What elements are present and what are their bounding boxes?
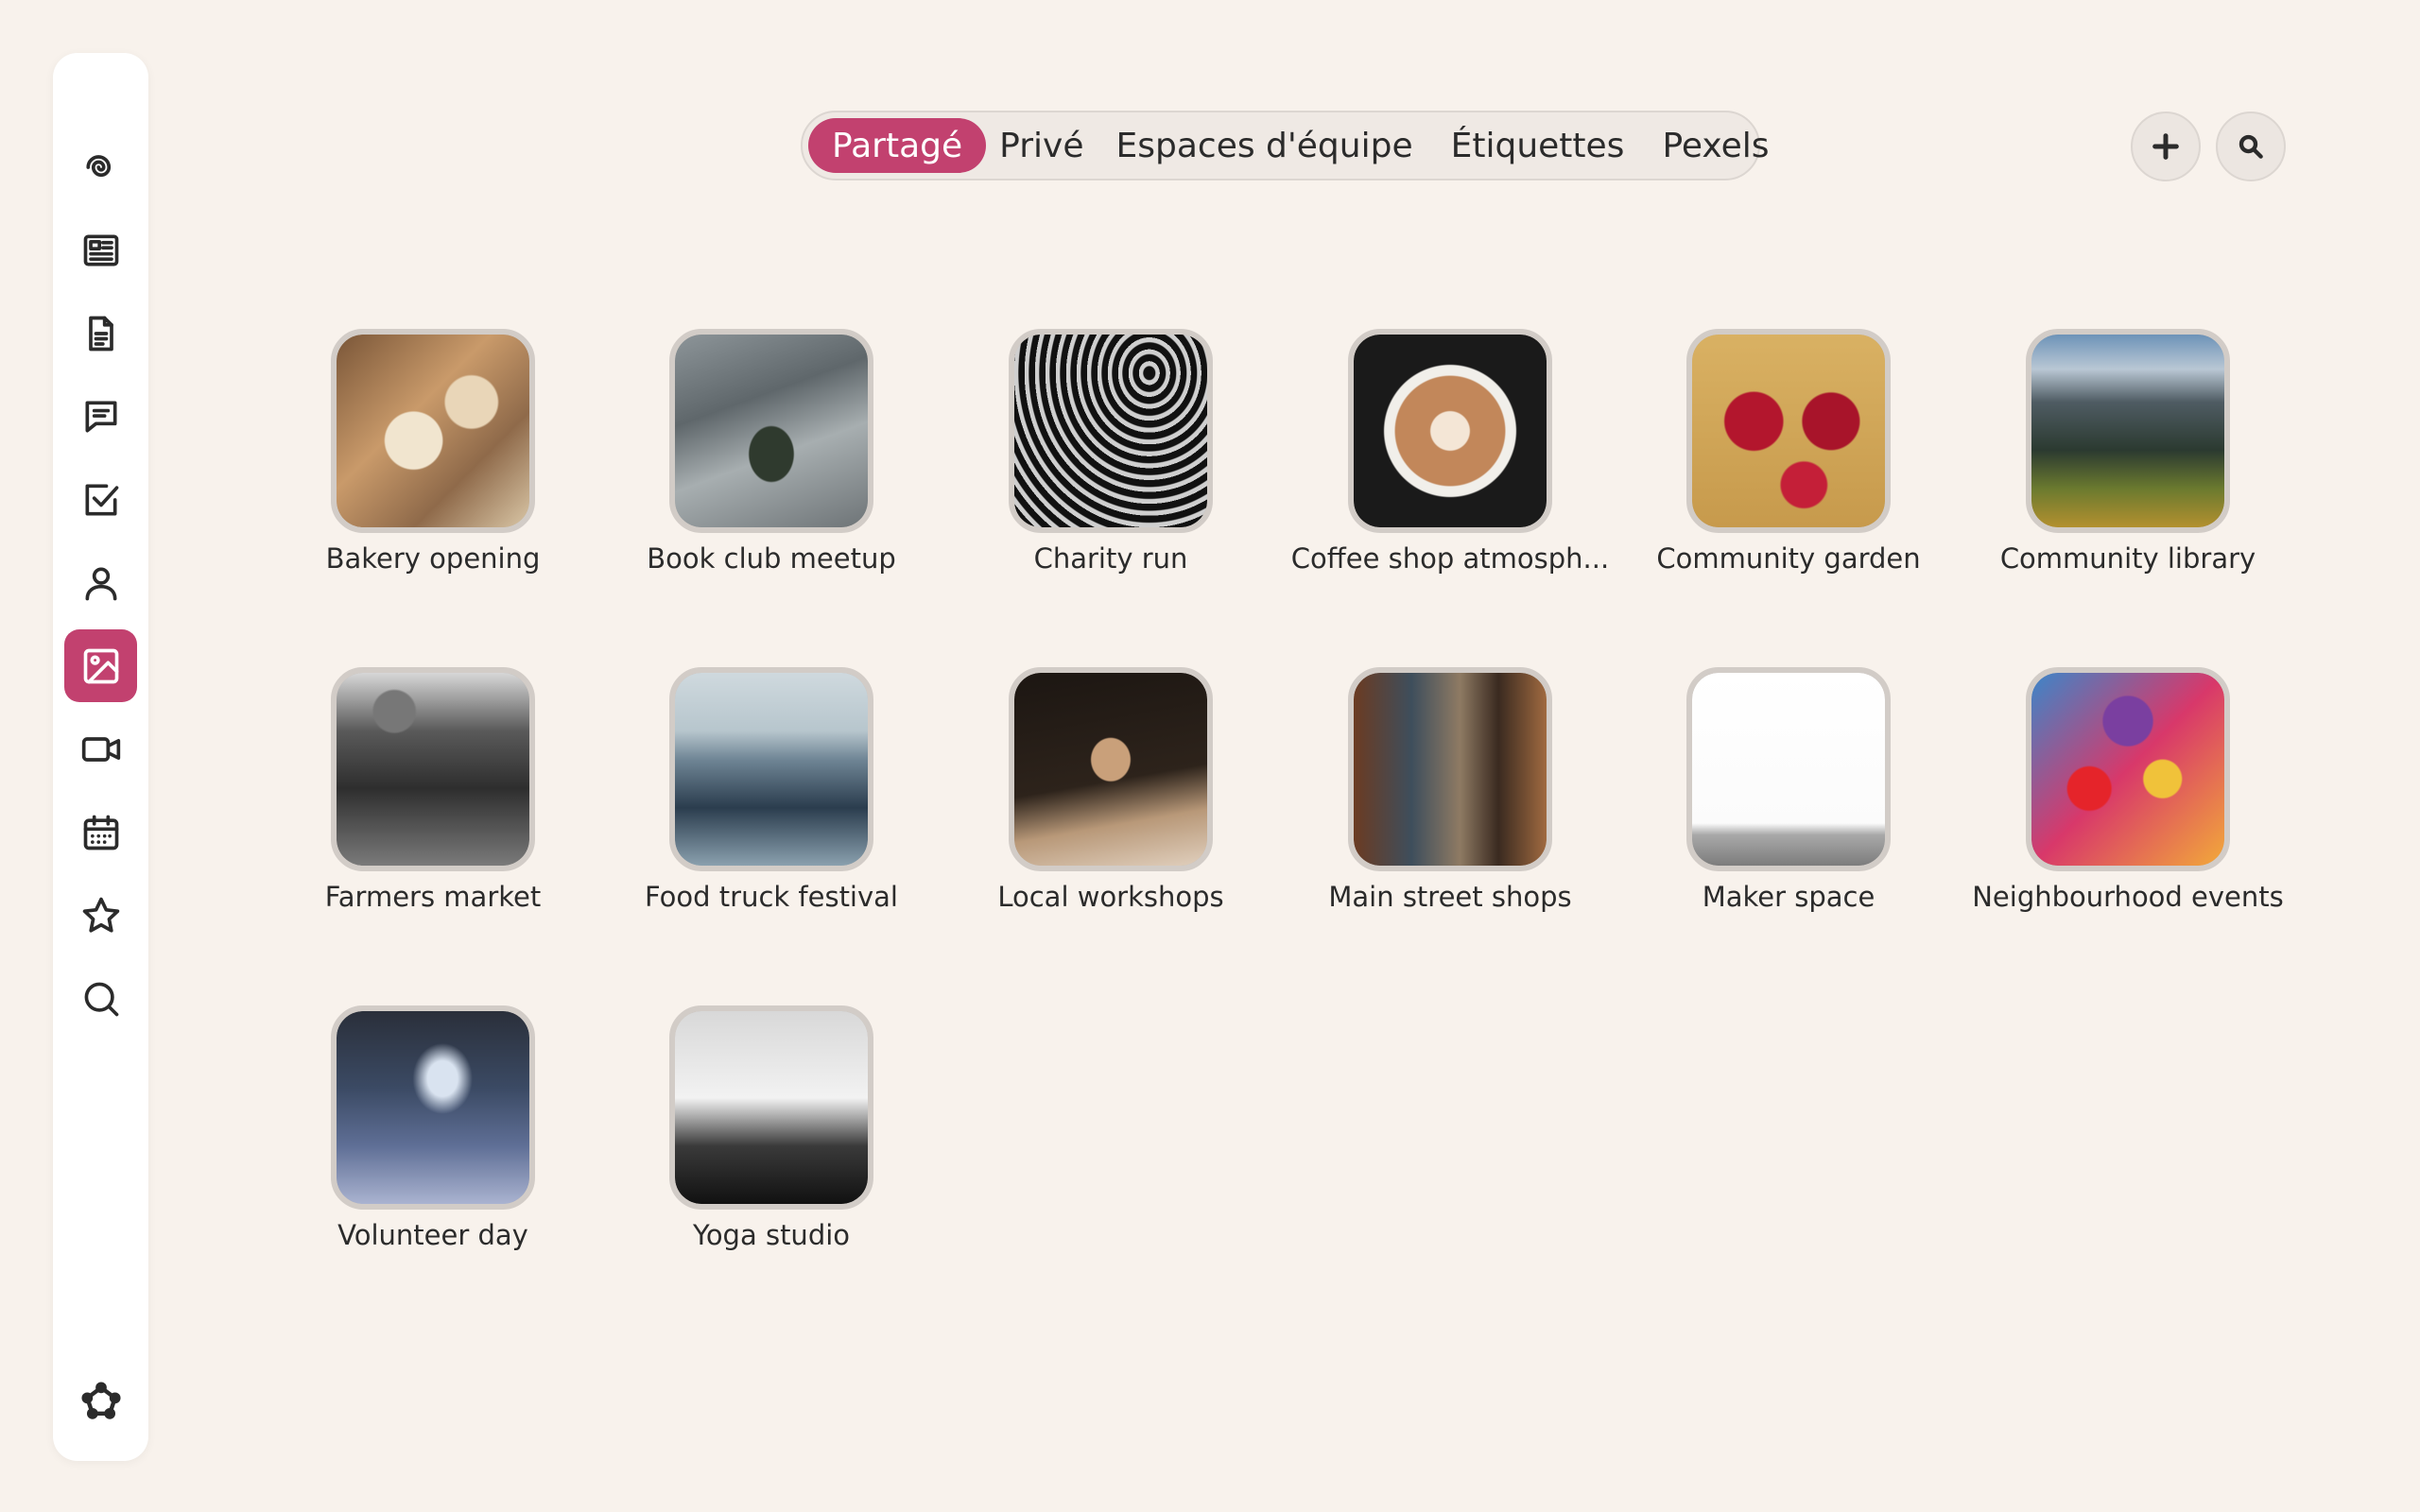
settings-icon xyxy=(80,1381,121,1419)
news-icon xyxy=(83,234,118,266)
album-label: Book club meetup xyxy=(647,542,896,575)
album-item[interactable]: Maker space xyxy=(1619,667,1958,951)
album-thumbnail[interactable] xyxy=(2026,667,2230,871)
tab-team-spaces[interactable]: Espaces d'équipe xyxy=(1097,118,1431,173)
album-label: Yoga studio xyxy=(692,1219,851,1251)
album-label: Farmers market xyxy=(324,881,542,913)
plus-icon xyxy=(2152,133,2179,160)
tasks-icon xyxy=(85,484,118,515)
nav-favorites[interactable] xyxy=(64,879,137,952)
album-label: Food truck festival xyxy=(645,881,898,913)
video-icon xyxy=(81,736,120,762)
album-thumbnail[interactable] xyxy=(1348,329,1552,533)
contacts-icon xyxy=(85,567,116,600)
star-icon xyxy=(82,897,119,933)
album-label: Charity run xyxy=(1033,542,1188,575)
album-thumbnail[interactable] xyxy=(669,1005,873,1210)
album-thumbnail[interactable] xyxy=(2026,329,2230,533)
album-item[interactable]: Community garden xyxy=(1619,329,1958,612)
document-icon xyxy=(88,316,113,351)
view-tabs: Partagé Privé Espaces d'équipe Étiquette… xyxy=(801,111,1769,180)
album-label: Local workshops xyxy=(997,881,1224,913)
chat-icon xyxy=(85,401,116,432)
album-thumbnail[interactable] xyxy=(669,667,873,871)
album-item[interactable]: Yoga studio xyxy=(602,1005,941,1289)
album-item[interactable]: Neighbourhood events xyxy=(1959,667,2297,951)
album-thumbnail[interactable] xyxy=(1009,329,1213,533)
album-label: Neighbourhood events xyxy=(1972,881,2284,913)
album-item[interactable]: Community library xyxy=(1959,329,2297,612)
nav-chat[interactable] xyxy=(64,380,137,453)
album-thumbnail[interactable] xyxy=(1348,667,1552,871)
album-item[interactable]: Volunteer day xyxy=(264,1005,602,1289)
album-label: Volunteer day xyxy=(337,1219,528,1251)
album-item[interactable]: Bakery opening xyxy=(264,329,602,612)
album-item[interactable]: Food truck festival xyxy=(602,667,941,951)
nav-tasks[interactable] xyxy=(64,463,137,536)
nav-news[interactable] xyxy=(64,214,137,286)
tab-private[interactable]: Privé xyxy=(986,118,1097,173)
spiral-logo-icon xyxy=(85,154,111,177)
calendar-icon xyxy=(83,815,118,850)
album-thumbnail[interactable] xyxy=(331,667,535,871)
album-thumbnail[interactable] xyxy=(1686,667,1891,871)
nav-calendar[interactable] xyxy=(64,796,137,868)
nav-settings[interactable] xyxy=(64,1365,137,1437)
photos-icon xyxy=(83,648,118,683)
album-label: Coffee shop atmosph... xyxy=(1290,542,1610,575)
nav-video[interactable] xyxy=(64,713,137,785)
tab-pexels[interactable]: Pexels xyxy=(1643,118,1788,173)
sidebar xyxy=(53,53,148,1461)
nav-home[interactable] xyxy=(64,130,137,203)
album-thumbnail[interactable] xyxy=(1686,329,1891,533)
album-thumbnail[interactable] xyxy=(1009,667,1213,871)
add-button[interactable] xyxy=(2131,112,2201,181)
album-item[interactable]: Main street shops xyxy=(1281,667,1619,951)
album-item[interactable]: Charity run xyxy=(942,329,1280,612)
nav-documents[interactable] xyxy=(64,297,137,369)
tab-shared[interactable]: Partagé xyxy=(808,118,987,173)
album-item[interactable]: Local workshops xyxy=(942,667,1280,951)
nav-search[interactable] xyxy=(64,962,137,1035)
album-label: Main street shops xyxy=(1328,881,1572,913)
nav-photos[interactable] xyxy=(64,629,137,702)
album-label: Community garden xyxy=(1656,542,1921,575)
search-icon xyxy=(2238,134,2263,159)
album-thumbnail[interactable] xyxy=(331,1005,535,1210)
search-button[interactable] xyxy=(2216,112,2286,181)
album-thumbnail[interactable] xyxy=(331,329,535,533)
search-icon xyxy=(84,982,118,1016)
album-item[interactable]: Farmers market xyxy=(264,667,602,951)
album-thumbnail[interactable] xyxy=(669,329,873,533)
tab-tags[interactable]: Étiquettes xyxy=(1432,118,1644,173)
album-label: Bakery opening xyxy=(325,542,541,575)
album-item[interactable]: Book club meetup xyxy=(602,329,941,612)
album-label: Community library xyxy=(1999,542,2256,575)
nav-contacts[interactable] xyxy=(64,546,137,619)
album-item[interactable]: Coffee shop atmosph... xyxy=(1281,329,1619,612)
album-label: Maker space xyxy=(1702,881,1876,913)
